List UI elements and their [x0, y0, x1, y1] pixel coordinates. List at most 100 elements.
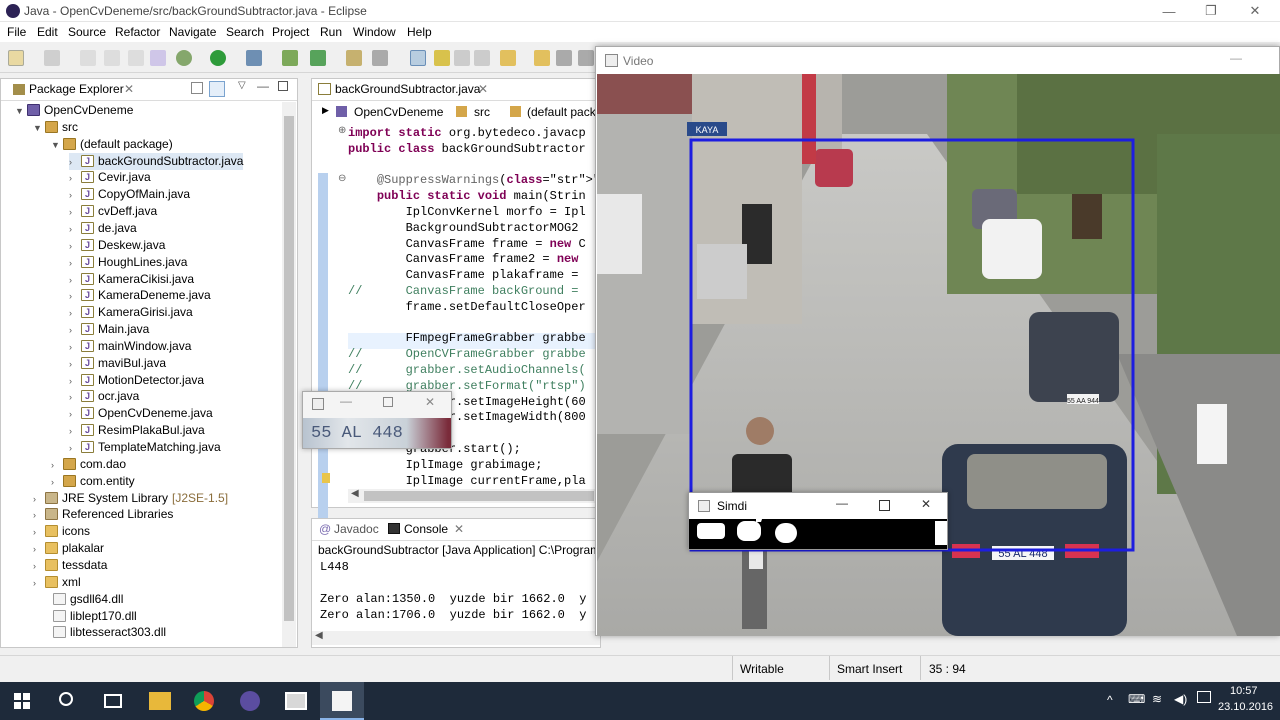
- wifi-icon[interactable]: ≋: [1152, 692, 1162, 706]
- tree-file[interactable]: › KameraGirisi.java: [69, 304, 193, 321]
- tree-package[interactable]: › com.dao: [51, 456, 126, 473]
- scroll-left-icon[interactable]: ◀: [315, 630, 323, 641]
- popup-close-button[interactable]: ✕: [425, 395, 435, 409]
- breadcrumb-project[interactable]: OpenCvDeneme: [354, 105, 443, 119]
- chevron-right-icon[interactable]: ›: [33, 524, 45, 541]
- scrollbar-thumb[interactable]: [364, 491, 594, 501]
- close-console-icon[interactable]: ✕: [454, 522, 464, 536]
- tree-folder[interactable]: › xml: [33, 574, 81, 591]
- chevron-right-icon[interactable]: ›: [69, 423, 81, 440]
- menu-run[interactable]: Run: [320, 25, 342, 39]
- eclipse-icon[interactable]: [240, 691, 260, 711]
- chevron-up-icon[interactable]: ^: [1107, 693, 1113, 707]
- tree-file[interactable]: › Main.java: [69, 321, 149, 338]
- chevron-right-icon[interactable]: ›: [69, 272, 81, 289]
- chevron-right-icon[interactable]: ›: [33, 575, 45, 592]
- chevron-right-icon[interactable]: ›: [69, 238, 81, 255]
- chevron-right-icon[interactable]: ›: [69, 305, 81, 322]
- tree-file[interactable]: › OpenCvDeneme.java: [69, 405, 213, 422]
- code-line[interactable]: CanvasFrame frame2 = new: [348, 251, 586, 267]
- toggle-mark-icon[interactable]: [410, 50, 426, 66]
- horizontal-scrollbar[interactable]: ◀: [348, 488, 600, 503]
- breadcrumb-package[interactable]: (default packa: [527, 105, 602, 119]
- chevron-right-icon[interactable]: ›: [69, 187, 81, 204]
- menu-project[interactable]: Project: [272, 25, 309, 39]
- tree-default-package[interactable]: ▼ (default package): [51, 136, 173, 153]
- tree-dll[interactable]: libtesseract303.dll: [41, 624, 166, 641]
- chevron-right-icon[interactable]: ›: [69, 440, 81, 457]
- chevron-right-icon[interactable]: ›: [51, 474, 63, 491]
- menu-file[interactable]: File: [7, 25, 26, 39]
- chevron-right-icon[interactable]: ›: [33, 491, 45, 508]
- maximize-button[interactable]: ❐: [1188, 0, 1234, 22]
- tree-jre[interactable]: › JRE System Library [J2SE-1.5]: [33, 490, 228, 507]
- task-view-icon[interactable]: [104, 694, 122, 708]
- block-select-icon[interactable]: [454, 50, 470, 66]
- simdi-maximize-button[interactable]: [879, 500, 890, 511]
- chevron-right-icon[interactable]: ›: [69, 389, 81, 406]
- open-type-icon[interactable]: [128, 50, 144, 66]
- fold-icon[interactable]: ⊕: [338, 125, 346, 136]
- chevron-right-icon[interactable]: ›: [33, 558, 45, 575]
- open-folder-icon[interactable]: [346, 50, 362, 66]
- chevron-right-icon[interactable]: ›: [69, 373, 81, 390]
- debug-perspective-icon[interactable]: [150, 50, 166, 66]
- code-line[interactable]: CanvasFrame frame = new C: [348, 236, 586, 252]
- java-app-task[interactable]: [320, 682, 364, 720]
- breadcrumb-src[interactable]: src: [474, 105, 490, 119]
- tree-file[interactable]: › ResimPlakaBul.java: [69, 422, 205, 439]
- show-whitespace-icon[interactable]: [474, 50, 490, 66]
- code-line[interactable]: CanvasFrame plakaframe =: [348, 267, 586, 283]
- tab-console[interactable]: Console: [404, 522, 448, 536]
- action-center-icon[interactable]: [1197, 691, 1211, 703]
- code-line[interactable]: public class backGroundSubtractor: [348, 141, 586, 157]
- next-annotation-icon[interactable]: [500, 50, 516, 66]
- menu-refactor[interactable]: Refactor: [115, 25, 160, 39]
- plate-popup-window[interactable]: — ✕ 55 AL 448: [302, 391, 452, 449]
- chevron-right-icon[interactable]: ›: [69, 255, 81, 272]
- tree-file[interactable]: › KameraCikisi.java: [69, 271, 194, 288]
- code-line[interactable]: frame.setDefaultCloseOper: [348, 299, 586, 315]
- print-icon[interactable]: [104, 50, 120, 66]
- tree-file[interactable]: › Cevir.java: [69, 169, 151, 186]
- tree-file[interactable]: › cvDeff.java: [69, 203, 157, 220]
- code-line[interactable]: // CanvasFrame backGround =: [348, 283, 586, 299]
- tab-javadoc[interactable]: Javadoc: [334, 522, 379, 536]
- clock-date[interactable]: 23.10.2016: [1218, 701, 1273, 713]
- run-icon[interactable]: [210, 50, 226, 66]
- windows-start-icon[interactable]: [14, 693, 30, 709]
- clock-time[interactable]: 10:57: [1230, 685, 1258, 697]
- chevron-down-icon[interactable]: ▼: [15, 103, 27, 120]
- tree-file[interactable]: › de.java: [69, 220, 137, 237]
- tree-folder[interactable]: › icons: [33, 523, 90, 540]
- editor-tab-label[interactable]: backGroundSubtractor.java: [335, 82, 480, 96]
- collapse-all-icon[interactable]: [191, 82, 203, 94]
- simdi-window[interactable]: Simdi — ✕: [688, 492, 948, 550]
- menu-help[interactable]: Help: [407, 25, 432, 39]
- maximize-view-icon[interactable]: [278, 81, 288, 91]
- code-line[interactable]: IplImage grabimage;: [348, 457, 543, 473]
- chevron-right-icon[interactable]: ›: [69, 322, 81, 339]
- tree-file[interactable]: › maviBul.java: [69, 355, 166, 372]
- chevron-down-icon[interactable]: ▼: [51, 137, 63, 154]
- tree-package[interactable]: › com.entity: [51, 473, 135, 490]
- menu-source[interactable]: Source: [68, 25, 106, 39]
- tree-file[interactable]: › TemplateMatching.java: [69, 439, 221, 456]
- code-line[interactable]: FFmpegFrameGrabber grabbe: [348, 330, 586, 346]
- debug-icon[interactable]: [176, 50, 192, 66]
- tree-folder[interactable]: › plakalar: [33, 540, 104, 557]
- code-line[interactable]: IplConvKernel morfo = Ipl: [348, 204, 586, 220]
- search-icon[interactable]: [59, 692, 73, 706]
- menu-search[interactable]: Search: [226, 25, 264, 39]
- chevron-right-icon[interactable]: ›: [69, 356, 81, 373]
- chevron-right-icon[interactable]: ›: [69, 170, 81, 187]
- chevron-right-icon[interactable]: ›: [69, 204, 81, 221]
- tree-src[interactable]: ▼ src: [33, 119, 78, 136]
- chevron-right-icon[interactable]: ›: [69, 339, 81, 356]
- simdi-close-button[interactable]: ✕: [921, 497, 931, 511]
- save-icon[interactable]: [44, 50, 60, 66]
- simdi-minimize-button[interactable]: —: [836, 496, 848, 510]
- tree-file[interactable]: › HoughLines.java: [69, 254, 187, 271]
- scrollbar[interactable]: [282, 102, 296, 647]
- app-window-icon[interactable]: [285, 692, 307, 710]
